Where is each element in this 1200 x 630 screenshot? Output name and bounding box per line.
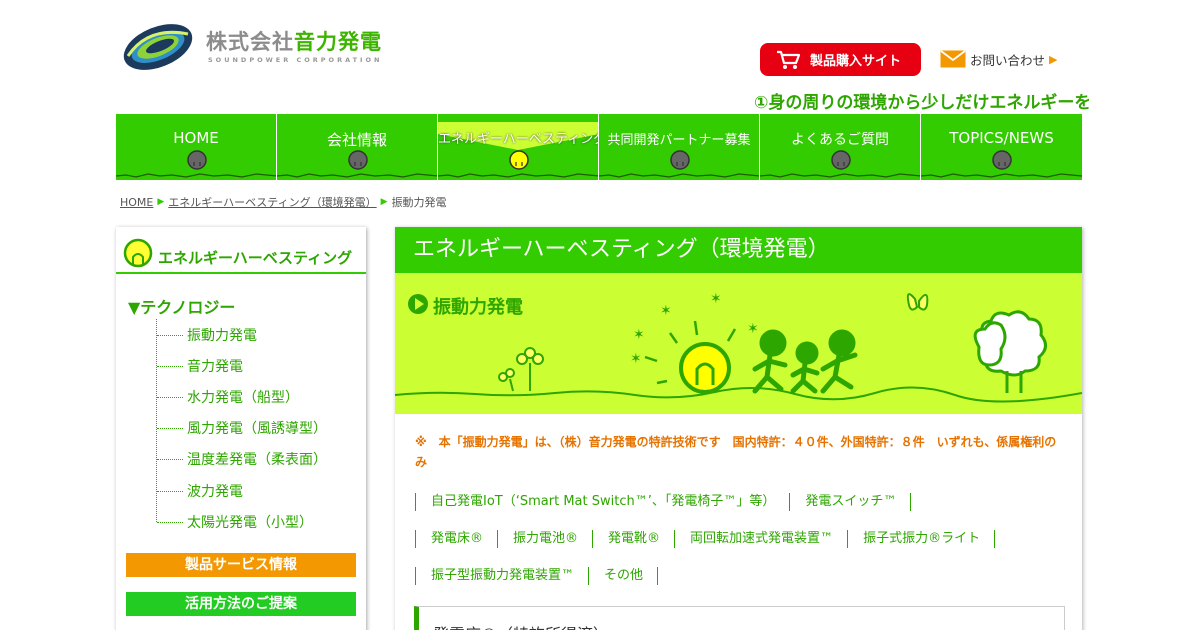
nav-label: HOME [173,129,219,147]
usage-proposal-button[interactable]: 活用方法のご提案 [126,592,356,616]
nav-faq[interactable]: よくあるご質問 [760,114,921,180]
breadcrumb-home[interactable]: HOME [120,196,153,209]
product-shop-button[interactable]: 製品購入サイト [760,43,921,76]
nav-label: 会社情報 [326,131,387,149]
company-name-en: SOUNDPOWER CORPORATION [208,56,383,64]
product-link-battery[interactable]: 振力電池® [497,530,592,548]
nav-topics[interactable]: TOPICS/NEWS [921,114,1082,180]
product-links-row: 自己発電IoT（‘Smart Mat Switch™’、「発電椅子™」等） 発電… [415,493,912,511]
nav-partner[interactable]: 共同開発パートナー募集 [599,114,760,180]
sidebar-heading-label: エネルギーハーベスティング [158,249,353,267]
flower-icon [498,347,544,392]
mail-icon [940,50,966,68]
technology-heading: ▼テクノロジー [128,298,236,317]
tech-item-thermal[interactable]: 温度差発電（柔表面） [157,444,356,475]
tech-item-hydro[interactable]: 水力発電（船型） [157,381,356,412]
nav-company[interactable]: 会社情報 [277,114,438,180]
product-links-row: 発電床® 振力電池® 発電靴® 両回転加速式発電装置™ 振子式振力®ライト [415,530,996,548]
nav-label: TOPICS/NEWS [949,129,1054,147]
product-links-row: 振子型振動力発電装置™ その他 [415,567,659,585]
product-link-iot[interactable]: 自己発電IoT（‘Smart Mat Switch™’、「発電椅子™」等） [415,493,789,511]
company-name-jp: 株式会社音力発電 [206,30,382,54]
running-people-icon [752,329,858,394]
breadcrumb-current: 振動力発電 [391,196,447,209]
nav-label: 共同開発パートナー募集 [607,133,751,148]
svg-text:✶: ✶ [660,303,672,319]
product-link-shoes[interactable]: 発電靴® [592,530,674,548]
product-link-floor[interactable]: 発電床® [415,530,497,548]
banner-title: 振動力発電 [433,297,523,318]
tree-icon [973,310,1047,393]
grass-decoration [921,173,1082,178]
tech-item-sound[interactable]: 音力発電 [157,350,356,381]
arrow-right-icon: ▶ [1049,52,1058,66]
nav-label: よくあるご質問 [791,132,889,148]
svg-text:✶: ✶ [747,321,759,337]
svg-text:✶: ✶ [633,327,645,343]
link-divider [910,493,912,511]
patent-notice: ※ 本「振動力発電」は、（株）音力発電の特許技術です 国内特許：４０件、外国特許… [415,435,1057,469]
link-divider [657,567,659,585]
product-link-switch[interactable]: 発電スイッチ™ [789,493,910,511]
tech-item-vibration[interactable]: 振動力発電 [157,319,356,350]
breadcrumb-arrow-icon: ▶ [157,197,165,207]
grass-decoration [438,173,598,178]
product-shop-label: 製品購入サイト [810,54,902,69]
svg-text:✶: ✶ [630,351,642,367]
nav-label: エネルギーハーベスティング [438,132,599,147]
link-divider [994,530,996,548]
contact-label: お問い合わせ [970,52,1046,68]
product-link-dual-rotation[interactable]: 両回転加速式発電装置™ [674,530,847,548]
scrolling-message: ①身の周りの環境から少しだけエネルギーを [754,93,1089,110]
nav-home[interactable]: HOME [116,114,277,180]
contact-link[interactable]: お問い合わせ ▶ [940,49,1057,69]
grass-decoration [277,173,437,178]
main-content: エネルギーハーベスティング（環境発電） ✶ ✶ ✶ ✶ ✶ 振動力発電 ※ 本「… [395,227,1082,630]
product-link-pendulum-generator[interactable]: 振子型振動力発電装置™ [415,567,588,585]
sidebar-heading-underline [116,272,366,274]
tech-item-wind[interactable]: 風力発電（風誘導型） [157,413,356,444]
breadcrumb-arrow-icon: ▶ [380,197,388,207]
technology-list: 振動力発電 音力発電 水力発電（船型） 風力発電（風誘導型） 温度差発電（柔表面… [156,319,356,531]
page-title: エネルギーハーベスティング（環境発電） [395,227,1082,273]
product-link-other[interactable]: その他 [588,567,657,585]
company-logo[interactable]: 株式会社音力発電 SOUNDPOWER CORPORATION [118,16,388,76]
bulb-icon [123,238,153,268]
butterfly-icon [906,293,929,311]
tech-item-wave[interactable]: 波力発電 [157,475,356,506]
grass-decoration [116,173,276,178]
section-heading-box: 発電床®（特許所得済） [414,606,1065,630]
banner: ✶ ✶ ✶ ✶ ✶ 振動力発電 [395,273,1082,414]
cart-icon [777,50,800,69]
products-services-button[interactable]: 製品サービス情報 [126,553,356,577]
grass-decoration [760,173,920,178]
sidebar-heading: エネルギーハーベスティング [116,235,366,274]
section-heading: 発電床®（特許所得済） [433,621,609,630]
logo-ring-icon [123,24,193,70]
breadcrumb: HOME ▶ エネルギーハーベスティング（環境発電） ▶ 振動力発電 [120,194,447,210]
breadcrumb-energy[interactable]: エネルギーハーベスティング（環境発電） [168,194,376,210]
main-nav: HOME 会社情報 エネルギーハーベスティング 共同開発パートナー募集 よくある… [116,114,1082,180]
grass-decoration [599,173,759,178]
light-bulb-icon [644,320,737,394]
product-link-pendulum-light[interactable]: 振子式振力®ライト [847,530,994,548]
nav-energy-harvesting[interactable]: エネルギーハーベスティング [438,114,599,180]
tech-item-solar[interactable]: 太陽光発電（小型） [157,506,356,537]
sidebar: エネルギーハーベスティング ▼テクノロジー 振動力発電 音力発電 水力発電（船型… [116,227,366,630]
svg-text:✶: ✶ [710,291,722,307]
